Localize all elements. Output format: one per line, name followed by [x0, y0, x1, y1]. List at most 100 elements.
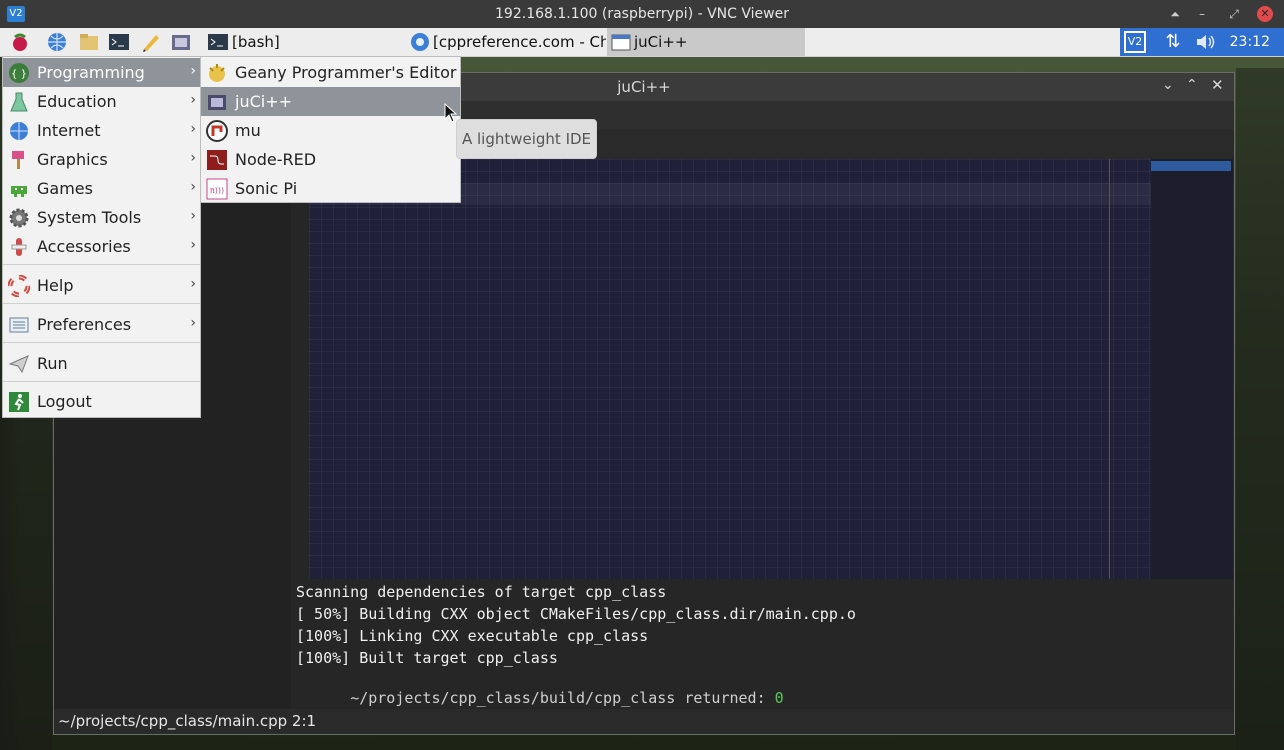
- chevron-right-icon: ›: [190, 92, 196, 108]
- menu-item-preferences[interactable]: Preferences ›: [3, 310, 200, 339]
- menu-item-sonic-pi[interactable]: π))) Sonic Pi: [201, 174, 460, 203]
- lifebuoy-icon: [7, 274, 31, 298]
- vnc-minimize-button[interactable]: –: [1192, 4, 1212, 24]
- vnc-shade-button[interactable]: ⏶: [1165, 4, 1185, 24]
- menu-item-label: Graphics: [37, 150, 108, 169]
- status-bar: ~/projects/cpp_class/main.cpp 2:1: [54, 709, 1234, 733]
- clock[interactable]: 23:12: [1230, 28, 1270, 56]
- task-label: [cppreference.com - Ch...: [433, 33, 606, 51]
- menu-separator: [3, 264, 200, 265]
- menu-item-label: Preferences: [37, 315, 132, 334]
- menu-item-label: juCi++: [235, 92, 293, 111]
- task-jucipp[interactable]: juCi++: [607, 28, 805, 56]
- mouse-pointer-icon: [444, 102, 458, 123]
- vnc-close-button[interactable]: ✕: [1257, 6, 1273, 22]
- web-browser-icon[interactable]: [46, 31, 68, 53]
- right-margin-line: [1109, 159, 1110, 579]
- line-number-gutter: [291, 159, 310, 579]
- status-file-position: ~/projects/cpp_class/main.cpp 2:1: [58, 712, 317, 730]
- svg-text:{ }: { }: [11, 69, 27, 80]
- file-manager-icon[interactable]: [78, 31, 100, 53]
- menu-separator: [3, 303, 200, 304]
- sonic-pi-icon: π))): [206, 178, 228, 200]
- menu-item-label: Games: [37, 179, 93, 198]
- chromium-icon: [409, 31, 431, 53]
- vnc-server-icon[interactable]: V2: [1124, 31, 1146, 53]
- paper-plane-icon: [8, 353, 30, 375]
- network-arrows-icon[interactable]: ⇅: [1162, 31, 1184, 53]
- text-editor-icon[interactable]: [140, 31, 162, 53]
- menu-item-mu[interactable]: mu: [201, 116, 460, 145]
- menu-item-label: mu: [235, 121, 261, 140]
- chevron-right-icon: ›: [190, 237, 196, 253]
- jucipp-icon: [206, 91, 228, 113]
- gear-icon: [8, 207, 30, 229]
- chevron-right-icon: ›: [190, 150, 196, 166]
- chevron-right-icon: ›: [190, 315, 196, 331]
- code-text-area[interactable]: [309, 159, 1151, 579]
- menu-item-graphics[interactable]: Graphics ›: [3, 145, 200, 174]
- node-red-icon: [206, 149, 228, 171]
- menu-item-label: Education: [37, 92, 117, 111]
- menu-item-games[interactable]: Games ›: [3, 174, 200, 203]
- tooltip: A lightweight IDE: [456, 119, 597, 159]
- taskbar: [bash] [cppreference.com - Ch... juCi++: [0, 28, 1284, 57]
- menu-item-education[interactable]: Education ›: [3, 87, 200, 116]
- terminal-icon[interactable]: [108, 31, 130, 53]
- terminal-result-prefix: ~/projects/cpp_class/build/cpp_class ret…: [350, 689, 775, 707]
- menu-item-programming[interactable]: { } Programming ›: [3, 58, 200, 87]
- close-button[interactable]: ✕: [1211, 76, 1229, 96]
- menu-item-label: Sonic Pi: [235, 179, 298, 198]
- paintbrush-icon: [8, 149, 30, 171]
- jucipp-launcher-icon[interactable]: [170, 31, 192, 53]
- vnc-title-bar: V2 192.168.1.100 (raspberrypi) - VNC Vie…: [0, 0, 1284, 28]
- chevron-right-icon: ›: [190, 179, 196, 195]
- wallpaper-tree: [1236, 68, 1284, 750]
- raspberry-menu-icon[interactable]: [9, 31, 31, 53]
- volume-icon[interactable]: [1194, 31, 1216, 53]
- minimap[interactable]: [1151, 159, 1233, 579]
- menu-item-node-red[interactable]: Node-RED: [201, 145, 460, 174]
- menu-separator: [3, 381, 200, 382]
- menu-item-label: System Tools: [37, 208, 142, 227]
- build-terminal[interactable]: Scanning dependencies of target cpp_clas…: [291, 579, 1233, 709]
- exit-icon: [8, 391, 30, 413]
- chevron-right-icon: ›: [190, 63, 196, 79]
- menu-item-geany[interactable]: Geany Programmer's Editor: [201, 58, 460, 87]
- menu-item-label: Logout: [37, 392, 92, 411]
- chevron-right-icon: ›: [190, 276, 196, 292]
- chevron-right-icon: ›: [190, 208, 196, 224]
- chevron-down-icon[interactable]: ⌄: [1162, 77, 1180, 97]
- geany-icon: [206, 62, 228, 84]
- application-menu: { } Programming › Education › Internet › Gr…: [2, 56, 201, 418]
- code-editor[interactable]: [291, 159, 1233, 579]
- maximize-button[interactable]: ⌃: [1186, 77, 1204, 97]
- task-bash[interactable]: [bash]: [204, 28, 400, 56]
- programming-icon: { }: [8, 62, 30, 84]
- menu-item-label: Geany Programmer's Editor: [235, 63, 457, 82]
- terminal-line: [ 50%] Building CXX object CMakeFiles/cp…: [296, 605, 856, 623]
- wallpaper-tree: [0, 408, 52, 750]
- menu-item-logout[interactable]: Logout: [3, 387, 200, 416]
- education-icon: [8, 91, 30, 113]
- menu-item-jucipp[interactable]: juCi++: [201, 87, 460, 116]
- globe-icon: [8, 120, 30, 142]
- games-icon: [8, 178, 30, 200]
- vnc-restore-button[interactable]: ⤢: [1224, 4, 1244, 24]
- menu-item-internet[interactable]: Internet ›: [3, 116, 200, 145]
- minimap-viewport[interactable]: [1151, 161, 1231, 171]
- terminal-line: [100%] Built target cpp_class: [296, 649, 558, 667]
- menu-item-run[interactable]: Run: [3, 349, 200, 378]
- menu-item-system-tools[interactable]: System Tools ›: [3, 203, 200, 232]
- menu-item-help[interactable]: Help ›: [3, 271, 200, 300]
- task-label: juCi++: [634, 33, 688, 51]
- menu-item-accessories[interactable]: Accessories ›: [3, 232, 200, 261]
- programming-submenu: Geany Programmer's Editor juCi++ mu Node…: [200, 56, 461, 203]
- menu-item-label: Node-RED: [235, 150, 317, 169]
- mu-icon: [206, 120, 228, 142]
- task-cppreference[interactable]: [cppreference.com - Ch...: [406, 28, 606, 56]
- svg-text:π))): π))): [210, 186, 224, 195]
- task-label: [bash]: [232, 33, 280, 51]
- preferences-icon: [8, 314, 30, 336]
- system-tray: V2 ⇅ 23:12: [1120, 28, 1284, 56]
